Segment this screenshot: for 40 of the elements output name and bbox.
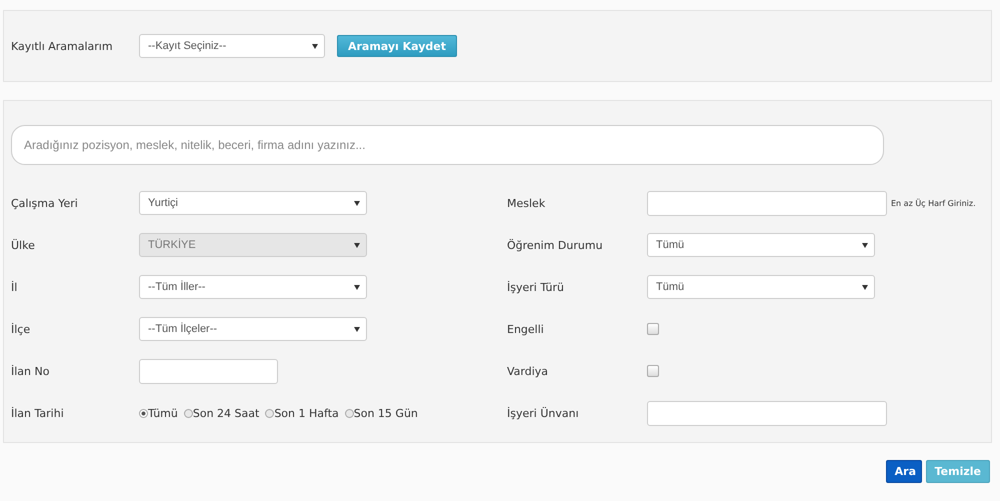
field-label: Öğrenim Durumu	[507, 238, 604, 252]
dropdown[interactable]: Yurtiçi	[139, 191, 367, 215]
caret-icon	[354, 326, 360, 332]
field-label: Çalışma Yeri	[11, 196, 79, 210]
search-field[interactable]: Aradığınız pozisyon, meslek, nitelik, beceri, firma adını yazınız...	[11, 125, 884, 165]
field-label: Ülke	[11, 238, 36, 252]
field-label: İlan Tarihi	[11, 406, 65, 420]
field-label: Kayıtlı Aramalarım	[11, 40, 114, 52]
dropdown[interactable]: --Kayıt Seçiniz--	[139, 34, 325, 58]
radio-button[interactable]	[184, 408, 193, 418]
input-field[interactable]	[647, 400, 887, 426]
checkbox[interactable]	[647, 365, 659, 377]
search-button[interactable]: Ara	[886, 460, 922, 483]
caret-icon	[862, 242, 868, 248]
field-label: Vardiya	[507, 364, 550, 378]
input-field[interactable]	[647, 190, 887, 216]
caret-icon	[312, 44, 318, 48]
radio-label: Tümü	[148, 406, 178, 420]
radio-button[interactable]	[344, 408, 354, 418]
hint-text: En az Üç Harf Giriniz.	[891, 198, 976, 208]
input-field[interactable]	[139, 358, 278, 384]
field-label: İlan No	[11, 364, 50, 378]
field-label: İl	[11, 280, 18, 294]
field-label: Meslek	[507, 196, 546, 210]
dropdown[interactable]: --Tüm İller--	[139, 275, 367, 299]
checkbox[interactable]	[647, 323, 659, 335]
field-label: İlçe	[11, 322, 32, 336]
caret-icon	[862, 284, 868, 290]
field-label: Engelli	[507, 322, 545, 336]
dropdown[interactable]: Tümü	[647, 233, 875, 257]
caret-icon	[354, 200, 360, 206]
field-label: İşyeri Türü	[507, 280, 566, 294]
field-label: İşyeri Ünvanı	[507, 406, 580, 420]
dropdown[interactable]: --Tüm İlçeler--	[139, 317, 367, 341]
radio-option[interactable]: Tümü	[139, 406, 178, 420]
dropdown[interactable]: Tümü	[647, 275, 875, 299]
caret-icon	[354, 284, 360, 290]
radio-button[interactable]	[265, 408, 274, 418]
radio-button[interactable]	[139, 408, 148, 418]
caret-icon	[354, 242, 360, 248]
